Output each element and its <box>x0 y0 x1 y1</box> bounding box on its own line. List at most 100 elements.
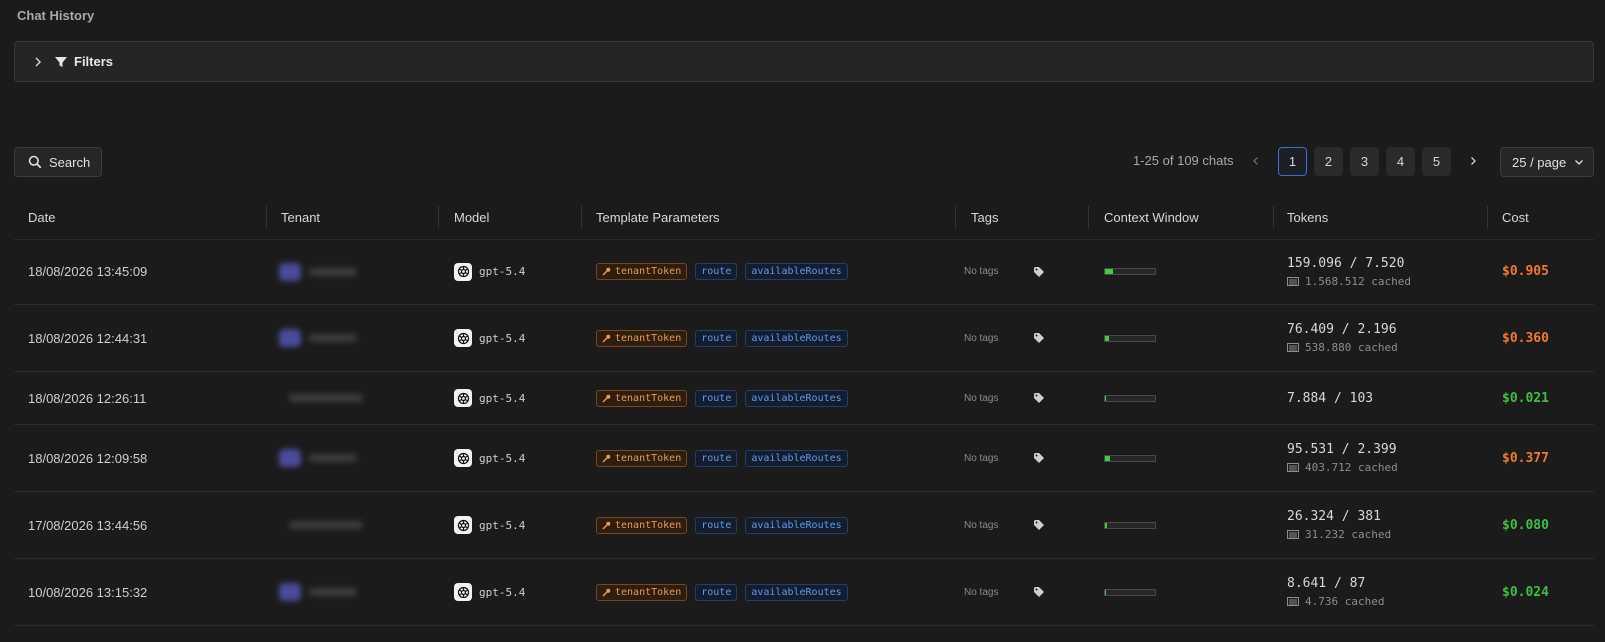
cost-value: $0.377 <box>1502 450 1549 466</box>
column-divider[interactable] <box>1273 206 1274 228</box>
filter-icon <box>55 56 67 67</box>
tag-icon[interactable] <box>1033 305 1045 371</box>
context-window-fill <box>1105 455 1110 461</box>
table-row[interactable]: 17/08/2026 13:44:56 gpt-5.4 tenantToken … <box>14 492 1594 559</box>
page-3-button[interactable]: 3 <box>1350 147 1379 176</box>
no-tags-label: No tags <box>964 519 999 531</box>
database-icon <box>1287 276 1299 286</box>
table-row[interactable]: 18/08/2026 13:45:09 gpt-5.4 tenantToken … <box>14 239 1594 305</box>
column-header-template-parameters[interactable]: Template Parameters <box>596 195 720 239</box>
tenant-avatar <box>279 262 357 281</box>
column-header-tenant[interactable]: Tenant <box>281 195 320 239</box>
column-header-tokens[interactable]: Tokens <box>1287 195 1328 239</box>
row-date: 18/08/2026 12:09:58 <box>28 450 148 466</box>
tag-icon[interactable] <box>1033 492 1045 558</box>
param-badge[interactable]: route <box>695 329 738 347</box>
column-divider[interactable] <box>266 206 267 228</box>
context-window-bar <box>1104 588 1156 596</box>
tag-icon[interactable] <box>1033 559 1045 625</box>
tag-icon[interactable] <box>1033 425 1045 491</box>
table-row[interactable]: 10/08/2026 13:15:32 gpt-5.4 tenantToken … <box>14 559 1594 626</box>
prev-page-button[interactable] <box>1248 152 1264 170</box>
param-badge[interactable]: route <box>695 449 738 467</box>
column-divider[interactable] <box>581 206 582 228</box>
param-badge[interactable]: availableRoutes <box>745 389 848 407</box>
chevron-down-icon <box>1575 160 1584 165</box>
cached-tokens: 31.232 cached <box>1287 528 1391 541</box>
cost-value: $0.080 <box>1502 517 1549 533</box>
table-row[interactable]: 18/08/2026 12:44:31 gpt-5.4 tenantToken … <box>14 305 1594 372</box>
openai-icon <box>454 449 472 467</box>
tokens-cell: 26.324 / 381 31.232 cached <box>1287 492 1391 558</box>
param-badge[interactable]: route <box>695 583 738 601</box>
param-badge[interactable]: route <box>695 263 738 280</box>
page-5-button[interactable]: 5 <box>1422 147 1451 176</box>
param-badge[interactable]: tenantToken <box>596 449 688 467</box>
model-cell: gpt-5.4 <box>454 559 525 625</box>
tag-icon[interactable] <box>1033 239 1045 304</box>
param-badge[interactable]: tenantToken <box>596 329 688 347</box>
next-page-button[interactable] <box>1465 152 1481 170</box>
column-header-tags[interactable]: Tags <box>971 195 998 239</box>
database-icon <box>1287 343 1299 352</box>
model-cell: gpt-5.4 <box>454 305 525 371</box>
model-cell: gpt-5.4 <box>454 372 525 424</box>
param-badge[interactable]: tenantToken <box>596 516 688 534</box>
context-window-bar <box>1104 334 1156 342</box>
cost-value: $0.024 <box>1502 584 1549 600</box>
tokens-value: 95.531 / 2.399 <box>1287 442 1397 457</box>
page-size-select[interactable]: 25 / page <box>1500 147 1594 177</box>
param-badge[interactable]: availableRoutes <box>745 263 848 280</box>
param-badge[interactable]: availableRoutes <box>745 583 848 601</box>
database-icon <box>1287 463 1299 472</box>
column-divider[interactable] <box>1487 206 1488 228</box>
column-header-date[interactable]: Date <box>28 195 55 239</box>
filters-toggle[interactable]: Filters <box>14 41 1594 82</box>
template-parameters-cell: tenantToken route availableRoutes <box>596 559 848 625</box>
tenant-avatar <box>279 449 357 467</box>
column-header-cost[interactable]: Cost <box>1502 195 1529 239</box>
row-date: 18/08/2026 12:44:31 <box>28 330 148 346</box>
page-4-button[interactable]: 4 <box>1386 147 1415 176</box>
column-header-model[interactable]: Model <box>454 195 489 239</box>
tokens-value: 8.641 / 87 <box>1287 576 1366 591</box>
table-header: Date Tenant Model Template Parameters Ta… <box>14 195 1594 240</box>
tokens-value: 7.884 / 103 <box>1287 390 1374 406</box>
table-row[interactable]: 18/08/2026 12:09:58 gpt-5.4 tenantToken … <box>14 425 1594 492</box>
model-name: gpt-5.4 <box>479 518 526 532</box>
param-badge[interactable]: availableRoutes <box>745 516 848 534</box>
page-1-button[interactable]: 1 <box>1278 147 1307 176</box>
column-divider[interactable] <box>1088 206 1089 228</box>
tokens-cell: 7.884 / 103 <box>1287 372 1373 424</box>
column-header-context-window[interactable]: Context Window <box>1104 195 1199 239</box>
param-badge[interactable]: tenantToken <box>596 389 688 407</box>
template-parameters-cell: tenantToken route availableRoutes <box>596 492 848 558</box>
tokens-cell: 76.409 / 2.196 538.880 cached <box>1287 305 1398 371</box>
tag-icon[interactable] <box>1033 372 1045 424</box>
tokens-cell: 8.641 / 87 4.736 cached <box>1287 559 1384 625</box>
search-button[interactable]: Search <box>14 147 102 177</box>
context-window-fill <box>1105 395 1106 401</box>
page-2-button[interactable]: 2 <box>1314 147 1343 176</box>
context-window-bar <box>1104 454 1156 462</box>
row-date: 18/08/2026 13:45:09 <box>28 264 148 279</box>
tokens-cell: 95.531 / 2.399 403.712 cached <box>1287 425 1398 491</box>
tenant-avatar <box>279 329 357 347</box>
database-icon <box>1287 530 1299 539</box>
param-badge[interactable]: availableRoutes <box>745 449 848 467</box>
param-badge[interactable]: tenantToken <box>596 583 688 601</box>
no-tags-label: No tags <box>964 392 999 404</box>
page-title: Chat History <box>17 8 95 23</box>
param-badge[interactable]: route <box>695 389 738 407</box>
tokens-value: 26.324 / 381 <box>1287 509 1381 524</box>
column-divider[interactable] <box>955 206 956 228</box>
pagination-summary: 1-25 of 109 chats <box>1133 153 1234 168</box>
param-badge[interactable]: route <box>695 516 738 534</box>
context-window-fill <box>1105 589 1106 595</box>
context-window-fill <box>1105 335 1109 341</box>
context-window-fill <box>1105 269 1113 274</box>
column-divider[interactable] <box>438 206 439 228</box>
param-badge[interactable]: tenantToken <box>596 263 688 280</box>
table-row[interactable]: 18/08/2026 12:26:11 gpt-5.4 tenantToken … <box>14 372 1594 425</box>
param-badge[interactable]: availableRoutes <box>745 329 848 347</box>
